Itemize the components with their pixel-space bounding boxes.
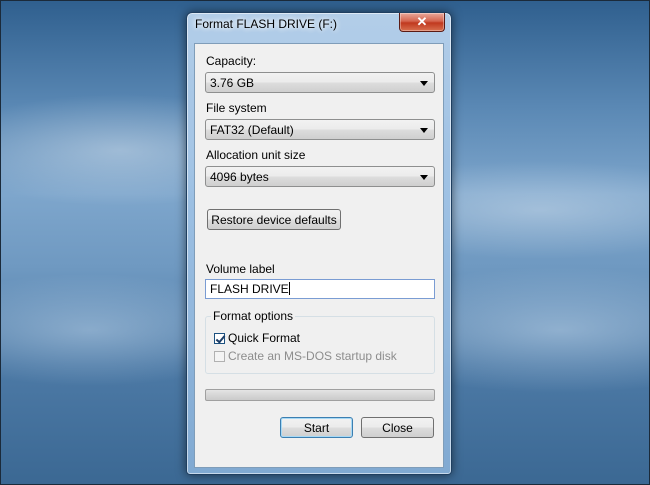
format-options-title: Format options bbox=[211, 309, 296, 323]
msdos-checkbox-row: Create an MS-DOS startup disk bbox=[214, 349, 397, 363]
format-options-group bbox=[205, 316, 435, 374]
allocation-value: 4096 bytes bbox=[210, 170, 269, 184]
chevron-down-icon bbox=[420, 175, 428, 180]
text-caret bbox=[288, 282, 290, 295]
volume-label-value: FLASH DRIVE bbox=[210, 282, 289, 296]
file-system-select[interactable]: FAT32 (Default) bbox=[205, 119, 435, 140]
file-system-label: File system bbox=[206, 101, 267, 115]
start-button[interactable]: Start bbox=[280, 417, 353, 438]
close-window-button[interactable]: ✕ bbox=[399, 13, 445, 32]
close-icon: ✕ bbox=[416, 14, 428, 29]
quick-format-label: Quick Format bbox=[228, 331, 301, 345]
capacity-value: 3.76 GB bbox=[210, 76, 255, 90]
format-dialog: Format FLASH DRIVE (F:) ✕ Capacity: 3.76… bbox=[186, 12, 452, 475]
file-system-value: FAT32 (Default) bbox=[210, 123, 294, 137]
capacity-select[interactable]: 3.76 GB bbox=[205, 72, 435, 93]
dialog-body: Capacity: 3.76 GB File system FAT32 (Def… bbox=[194, 43, 444, 468]
quick-format-checkbox[interactable] bbox=[214, 332, 225, 344]
volume-label-input[interactable]: FLASH DRIVE bbox=[205, 279, 435, 299]
volume-label-label: Volume label bbox=[206, 262, 275, 276]
format-progress-bar bbox=[205, 389, 435, 401]
restore-defaults-button[interactable]: Restore device defaults bbox=[207, 209, 341, 230]
window-title: Format FLASH DRIVE (F:) bbox=[195, 17, 338, 31]
msdos-label: Create an MS-DOS startup disk bbox=[228, 349, 397, 363]
allocation-label: Allocation unit size bbox=[206, 148, 306, 162]
capacity-label: Capacity: bbox=[206, 54, 257, 68]
msdos-checkbox bbox=[214, 350, 225, 362]
allocation-select[interactable]: 4096 bytes bbox=[205, 166, 435, 187]
close-button[interactable]: Close bbox=[361, 417, 434, 438]
chevron-down-icon bbox=[420, 128, 428, 133]
quick-format-checkbox-row[interactable]: Quick Format bbox=[214, 331, 300, 345]
chevron-down-icon bbox=[420, 81, 428, 86]
